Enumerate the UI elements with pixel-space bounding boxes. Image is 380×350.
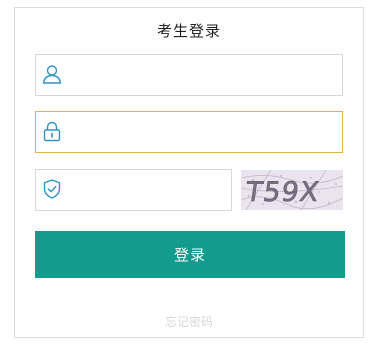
shield-check-icon	[41, 178, 63, 200]
captcha-input[interactable]	[70, 174, 225, 206]
page-title: 考生登录	[156, 22, 221, 40]
password-input[interactable]	[70, 116, 336, 148]
login-panel: 考生登录 T59X 登录 忘记密码	[14, 7, 364, 338]
captcha-field[interactable]	[35, 169, 232, 211]
lock-icon	[41, 120, 63, 142]
username-field[interactable]	[35, 54, 343, 96]
login-button[interactable]: 登录	[35, 231, 345, 278]
forgot-password-link[interactable]: 忘记密码	[15, 313, 363, 330]
login-button-label: 登录	[173, 246, 206, 264]
username-input[interactable]	[70, 59, 336, 91]
captcha-text: T59X	[243, 177, 322, 208]
captcha-image[interactable]: T59X	[241, 170, 343, 210]
user-icon	[41, 63, 63, 85]
password-field[interactable]	[35, 111, 343, 153]
